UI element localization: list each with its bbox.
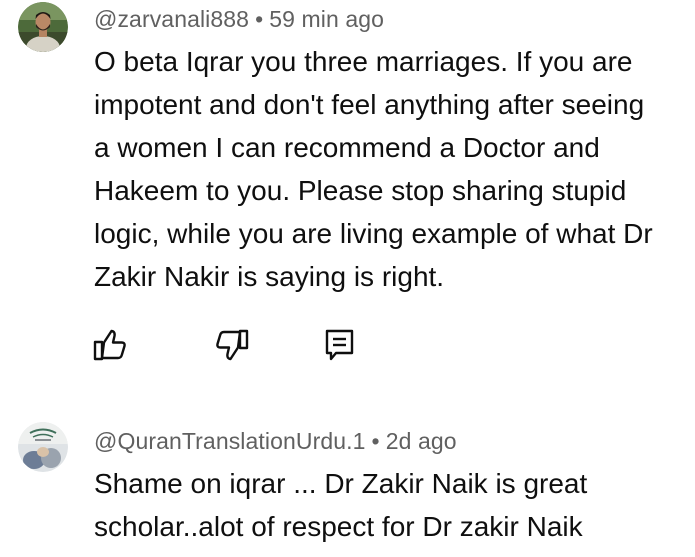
author-handle[interactable]: @QuranTranslationUrdu.1 [94,428,366,454]
comment-actions [92,327,392,367]
user-photo-avatar-icon [18,2,68,52]
like-button[interactable] [92,327,128,363]
reply-button[interactable] [322,327,358,363]
meta-separator: • [371,428,380,454]
author-handle[interactable]: @zarvanali888 [94,6,249,32]
thumbs-up-icon [93,329,126,361]
dislike-button[interactable] [214,327,250,363]
reply-icon [325,329,354,361]
comment-text: O beta Iqrar you three marriages. If you… [94,46,653,292]
comment-time: 2d ago [385,428,457,454]
author-avatar[interactable] [18,2,68,52]
comment-text: Shame on iqrar ... Dr Zakir Naik is grea… [94,468,588,542]
comment-meta: @QuranTranslationUrdu.1 • 2d ago [94,428,457,455]
comment-meta: @zarvanali888 • 59 min ago [94,6,384,33]
author-avatar[interactable] [18,422,68,472]
thumbs-down-icon [216,329,249,361]
meta-separator: • [255,6,264,32]
comment-time: 59 min ago [269,6,385,32]
channel-logo-avatar-icon [18,422,68,472]
